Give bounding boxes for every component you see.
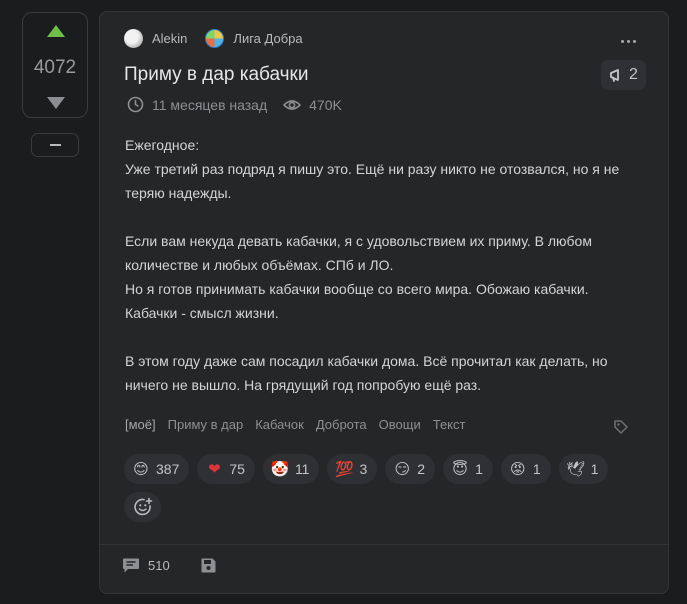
repost-count: 2 — [629, 66, 638, 83]
vote-count: 4072 — [33, 57, 77, 78]
collapse-button[interactable] — [31, 133, 79, 157]
comment-icon — [123, 558, 139, 573]
reaction-count: 1 — [475, 461, 483, 477]
body-paragraph: Если вам некуда девать кабачки, я с удов… — [125, 233, 592, 273]
heart-icon: ❤ — [208, 460, 221, 478]
post-body: Ежегодное: Уже третий раз подряд я пишу … — [125, 133, 630, 397]
reaction-clown[interactable]: 🤡 11 — [262, 454, 320, 484]
tag-icon[interactable] — [613, 419, 629, 435]
post-header: Alekin Лига Добра — [124, 28, 303, 48]
reaction-count: 3 — [359, 461, 368, 477]
tag-item[interactable]: Текст — [433, 417, 466, 432]
reaction-count: 11 — [294, 461, 310, 477]
clock-icon — [127, 96, 144, 113]
footer-divider — [100, 544, 668, 545]
body-paragraph: В этом году даже сам посадил кабачки дом… — [125, 353, 608, 393]
tag-item[interactable]: Приму в дар — [168, 417, 244, 432]
upvote-arrow-icon[interactable] — [47, 25, 65, 37]
tag-list: [моё] Приму в дар Кабачок Доброта Овощи … — [125, 417, 477, 432]
dove-icon: 🕊 — [566, 460, 586, 478]
body-paragraph: Ежегодное: — [125, 137, 200, 153]
megaphone-icon — [610, 69, 619, 82]
vote-widget: 4072 — [22, 12, 88, 118]
reaction-angry[interactable]: 😡 1 — [500, 454, 551, 484]
add-reaction-button[interactable] — [124, 492, 161, 522]
reaction-heart[interactable]: ❤ 75 — [197, 454, 255, 484]
smirk-emoji-icon: 😏 — [394, 460, 411, 478]
repost-button[interactable]: 2 — [601, 60, 646, 90]
comments-button[interactable]: 510 — [122, 557, 170, 574]
reaction-smirk[interactable]: 😏 2 — [385, 454, 436, 484]
smile-emoji-icon: 😊 — [133, 460, 149, 478]
save-button[interactable] — [200, 557, 217, 574]
body-paragraph: Но я готов принимать кабачки вообще со в… — [125, 281, 589, 321]
reaction-count: 387 — [156, 461, 180, 477]
eye-icon — [283, 99, 302, 110]
reaction-hundred[interactable]: 💯 3 — [327, 454, 378, 484]
reaction-halo[interactable]: 😇 1 — [443, 454, 493, 484]
reaction-dove[interactable]: 🕊 1 — [558, 454, 609, 484]
clown-emoji-icon: 🤡 — [270, 460, 290, 478]
reaction-smile[interactable]: 😊 387 — [124, 454, 190, 484]
tag-item[interactable]: Овощи — [379, 417, 421, 432]
tag-item[interactable]: Кабачок — [255, 417, 304, 432]
body-paragraph: Уже третий раз подряд я пишу это. Ещё ни… — [125, 161, 620, 201]
tag-item[interactable]: [моё] — [125, 417, 156, 432]
community-logo[interactable] — [205, 28, 225, 48]
angry-emoji-icon: 😡 — [510, 460, 526, 478]
author-name[interactable]: Alekin — [152, 31, 187, 46]
floppy-disk-icon — [201, 558, 216, 573]
tag-item[interactable]: Доброта — [316, 417, 367, 432]
post-title[interactable]: Приму в дар кабачки — [124, 64, 308, 86]
comment-count: 510 — [148, 558, 170, 573]
reaction-count: 75 — [229, 461, 245, 477]
reaction-count: 1 — [532, 461, 541, 477]
author-avatar[interactable] — [124, 28, 143, 48]
halo-emoji-icon: 😇 — [452, 460, 468, 478]
more-options-icon[interactable] — [621, 40, 636, 43]
downvote-arrow-icon[interactable] — [47, 97, 65, 109]
hundred-points-icon: 💯 — [335, 460, 354, 478]
view-count: 470K — [309, 96, 342, 113]
add-emoji-icon — [133, 497, 152, 516]
community-name[interactable]: Лига Добра — [233, 31, 302, 46]
post-footer: 510 — [122, 557, 217, 574]
reaction-count: 1 — [590, 461, 599, 477]
reactions-bar: 😊 387 ❤ 75 🤡 11 💯 3 😏 2 😇 1 😡 1 🕊 1 — [124, 454, 644, 522]
post-card: Alekin Лига Добра Приму в дар кабачки 2 … — [99, 11, 669, 594]
post-time: 11 месяцев назад — [152, 96, 268, 113]
reaction-count: 2 — [417, 461, 426, 477]
post-meta: 11 месяцев назад 470K — [127, 96, 342, 113]
